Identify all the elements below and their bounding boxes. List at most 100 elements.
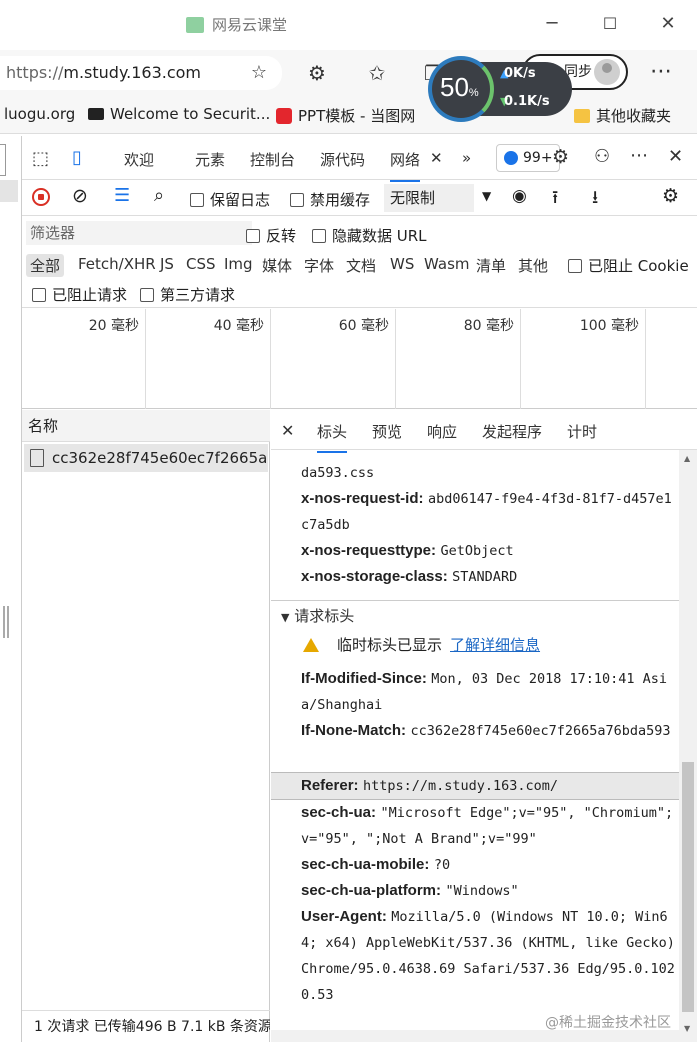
record-icon[interactable]	[32, 188, 50, 206]
header-value: cc362e28f745e60ec7f2665a76bda593	[410, 723, 671, 739]
name-column-header[interactable]: 名称	[22, 410, 270, 442]
extensions-icon[interactable]: ⚙	[302, 58, 332, 88]
invert-checkbox[interactable]: 反转	[246, 225, 296, 246]
network-settings-icon[interactable]: ⚙	[662, 185, 679, 207]
type-media[interactable]: 媒体	[262, 255, 292, 276]
tab-timing[interactable]: 计时	[567, 421, 597, 442]
close-detail-icon[interactable]: ✕	[281, 421, 294, 440]
device-toggle-icon[interactable]: ▯	[72, 147, 82, 168]
more-menu-icon[interactable]: ⋯	[646, 57, 676, 87]
table-row[interactable]: cc362e28f745e60ec7f2665a76...	[24, 444, 268, 472]
favorites-icon[interactable]: ✩	[362, 58, 392, 88]
add-favorite-icon[interactable]: ☆	[244, 58, 274, 88]
filter-input[interactable]: 筛选器	[26, 221, 252, 245]
disable-cache-checkbox[interactable]: 禁用缓存	[290, 189, 370, 210]
close-tab-icon[interactable]: ✕	[430, 149, 443, 167]
tab-elements[interactable]: 元素	[195, 149, 225, 170]
bookmark-luogu[interactable]: luogu.org	[4, 105, 75, 123]
tab-console[interactable]: 控制台	[250, 149, 295, 170]
scroll-thumb[interactable]	[682, 762, 694, 1012]
bookmark-label: PPT模板 - 当图网	[298, 107, 416, 125]
type-other[interactable]: 其他	[518, 255, 548, 276]
type-wasm[interactable]: Wasm	[424, 255, 470, 273]
blocked-requests-label: 已阻止请求	[52, 286, 128, 304]
tab-sources[interactable]: 源代码	[320, 149, 365, 170]
blocked-requests-checkbox[interactable]: 已阻止请求	[32, 284, 127, 305]
other-favorites[interactable]: 其他收藏夹	[574, 105, 671, 126]
blocked-row: 已阻止请求 第三方请求	[22, 280, 697, 308]
checkbox-icon	[246, 228, 260, 243]
blocked-cookies-label: 已阻止 Cookie	[588, 257, 689, 275]
request-detail: ✕ 标头 预览 响应 发起程序 计时 da593.css x-nos-reque…	[271, 410, 697, 1042]
bookmark-security[interactable]: Welcome to Securit...	[88, 105, 270, 123]
tab-response[interactable]: 响应	[427, 421, 457, 442]
tab-network[interactable]: 网络	[390, 149, 421, 182]
tab-headers[interactable]: 标头	[317, 421, 348, 453]
blocked-cookies-checkbox[interactable]: 已阻止 Cookie	[568, 255, 689, 276]
header-name: x-nos-storage-class:	[301, 568, 448, 585]
network-speed-widget: 50% ▲ 0K/s ▼ 0.1K/s	[428, 56, 572, 122]
detail-scrollbar[interactable]: ▲ ▼	[679, 450, 697, 1042]
app-logo-icon	[186, 16, 204, 33]
window-title: 网易云课堂	[186, 14, 287, 35]
detail-tabs: ✕ 标头 预览 响应 发起程序 计时	[271, 410, 697, 453]
header-row: User-Agent: Mozilla/5.0 (Windows NT 10.0…	[301, 904, 679, 1008]
type-doc[interactable]: 文档	[346, 255, 376, 276]
scroll-up-icon[interactable]: ▲	[684, 454, 690, 463]
more-options-icon[interactable]: ⋯	[630, 145, 648, 166]
request-headers-section[interactable]: ▼ 请求标头	[271, 600, 681, 633]
resize-grip[interactable]	[3, 606, 9, 638]
third-party-checkbox[interactable]: 第三方请求	[140, 284, 235, 305]
bookmark-label: 其他收藏夹	[596, 107, 672, 125]
hide-data-urls-checkbox[interactable]: 隐藏数据 URL	[312, 225, 427, 246]
bookmark-ppt[interactable]: PPT模板 - 当图网	[276, 105, 415, 126]
devtools-tabbar: ⬚ ▯ 欢迎 元素 控制台 源代码 网络 ✕ » 99+ ⚙ ⚇ ⋯ ✕	[22, 136, 697, 182]
tab-welcome[interactable]: 欢迎	[124, 149, 154, 170]
checkbox-icon	[568, 258, 582, 273]
search-icon[interactable]: ⌕	[154, 185, 164, 206]
throttle-select[interactable]: 无限制	[384, 184, 474, 212]
more-tabs-icon[interactable]: »	[462, 149, 471, 167]
address-bar[interactable]: https://m.study.163.com	[0, 56, 282, 90]
type-img[interactable]: Img	[224, 255, 253, 273]
type-ws[interactable]: WS	[390, 255, 414, 273]
waterfall-overview[interactable]: 20 毫秒 40 毫秒 60 毫秒 80 毫秒 100 毫秒	[22, 309, 697, 409]
preserve-log-checkbox[interactable]: 保留日志	[190, 189, 270, 210]
address-row: https://m.study.163.com ☆ ⚙ ✩ ❐ 同步 ⋯	[0, 50, 697, 96]
clear-icon[interactable]: ⊘	[72, 185, 88, 207]
type-fetch-xhr[interactable]: Fetch/XHR	[78, 255, 156, 273]
header-row-selected[interactable]: Referer: https://m.study.163.com/	[271, 772, 681, 800]
maximize-button[interactable]: ☐	[598, 12, 622, 36]
settings-gear-icon[interactable]: ⚙	[552, 146, 569, 168]
header-value: STANDARD	[452, 569, 518, 585]
type-js[interactable]: JS	[160, 255, 174, 273]
tab-initiator[interactable]: 发起程序	[482, 421, 542, 442]
header-value: da593.css	[301, 465, 375, 481]
customize-icon[interactable]: ⚇	[594, 146, 610, 167]
chevron-down-icon[interactable]: ▼	[482, 189, 491, 203]
inspect-icon[interactable]: ⬚	[32, 148, 49, 169]
warning-icon	[303, 637, 319, 652]
header-row: da593.css	[301, 460, 679, 486]
tab-preview[interactable]: 预览	[372, 421, 402, 442]
issues-badge[interactable]: 99+	[496, 144, 560, 172]
type-all[interactable]: 全部	[26, 254, 65, 277]
learn-more-link[interactable]: 了解详细信息	[450, 634, 540, 655]
scroll-down-icon[interactable]: ▼	[684, 1024, 690, 1033]
header-name: sec-ch-ua-platform:	[301, 882, 442, 899]
import-icon[interactable]: ⭱	[552, 185, 558, 215]
type-manifest[interactable]: 清单	[476, 255, 506, 276]
network-conditions-icon[interactable]: ◉	[512, 186, 527, 206]
usage-percent: 50%	[440, 72, 479, 102]
minimize-button[interactable]: ─	[540, 12, 564, 36]
network-toolbar: ⊘ ☰ ⌕ 保留日志 禁用缓存 无限制 ▼ ◉ ⭱ ⭳ ⚙	[22, 180, 697, 216]
type-css[interactable]: CSS	[186, 255, 216, 273]
type-font[interactable]: 字体	[304, 255, 334, 276]
header-name: sec-ch-ua-mobile:	[301, 856, 430, 873]
header-row: sec-ch-ua: "Microsoft Edge";v="95", "Chr…	[301, 800, 679, 852]
close-window-button[interactable]: ✕	[656, 12, 680, 36]
site-favicon-icon	[276, 107, 292, 124]
export-icon[interactable]: ⭳	[592, 185, 598, 215]
filter-icon[interactable]: ☰	[114, 185, 130, 206]
close-devtools-icon[interactable]: ✕	[668, 146, 683, 167]
